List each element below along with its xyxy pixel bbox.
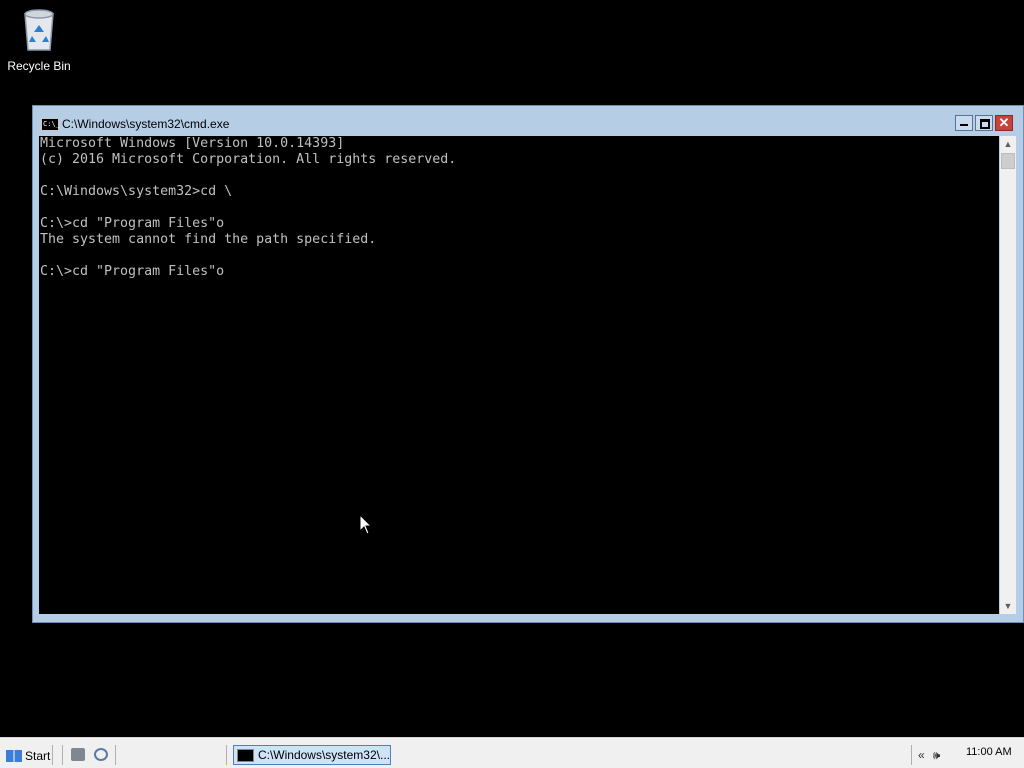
cmd-icon [237,748,254,762]
cmd-icon: C:\_ [41,118,60,131]
desktop-icon-label: Recycle Bin [7,59,71,73]
scroll-up-arrow-icon[interactable]: ▲ [1000,136,1016,152]
show-hidden-icons-icon[interactable]: « [918,748,925,762]
taskbar-button-label: C:\Windows\system32\... [257,748,390,762]
console-text: Microsoft Windows [Version 10.0.14393] (… [40,136,457,279]
mouse-cursor-icon [359,514,373,535]
maximize-button[interactable] [975,115,993,131]
desktop-icon-recycle-bin[interactable]: Recycle Bin [4,6,74,73]
maximize-icon [976,116,992,130]
clock[interactable]: 11:00 AM [966,746,1012,758]
recycle-bin-icon [24,9,54,51]
scroll-down-arrow-icon[interactable]: ▼ [1000,598,1016,614]
taskbar-separator [115,745,116,765]
taskbar-separator [911,745,912,765]
system-tray: « 🕪 [918,745,948,765]
taskbar: Start C:\Windows\system32\... « 🕪 11:00 … [0,737,1024,768]
windows-logo-icon [6,750,22,762]
title-bar[interactable]: C:\_ C:\Windows\system32\cmd.exe ✕ [33,106,1023,136]
minimize-button[interactable] [955,115,973,131]
taskbar-separator [52,745,53,765]
taskbar-separator [226,745,227,765]
start-button[interactable]: Start [6,746,50,766]
vertical-scrollbar[interactable]: ▲ ▼ [1000,136,1016,614]
volume-icon[interactable]: 🕪 [933,748,941,763]
window-title: C:\Windows\system32\cmd.exe [62,117,230,131]
taskbar-button-cmd[interactable]: C:\Windows\system32\... [233,745,391,765]
close-icon: ✕ [998,115,1010,130]
console-output-area[interactable]: Microsoft Windows [Version 10.0.14393] (… [39,136,999,614]
scroll-thumb[interactable] [1001,153,1015,169]
cmd-window[interactable]: C:\_ C:\Windows\system32\cmd.exe ✕ Micro… [32,105,1024,623]
taskbar-separator [62,745,63,765]
powershell-icon[interactable] [94,748,108,761]
start-label: Start [25,749,51,763]
minimize-icon [956,116,972,130]
close-button[interactable]: ✕ [995,115,1013,131]
server-manager-icon[interactable] [71,748,85,761]
